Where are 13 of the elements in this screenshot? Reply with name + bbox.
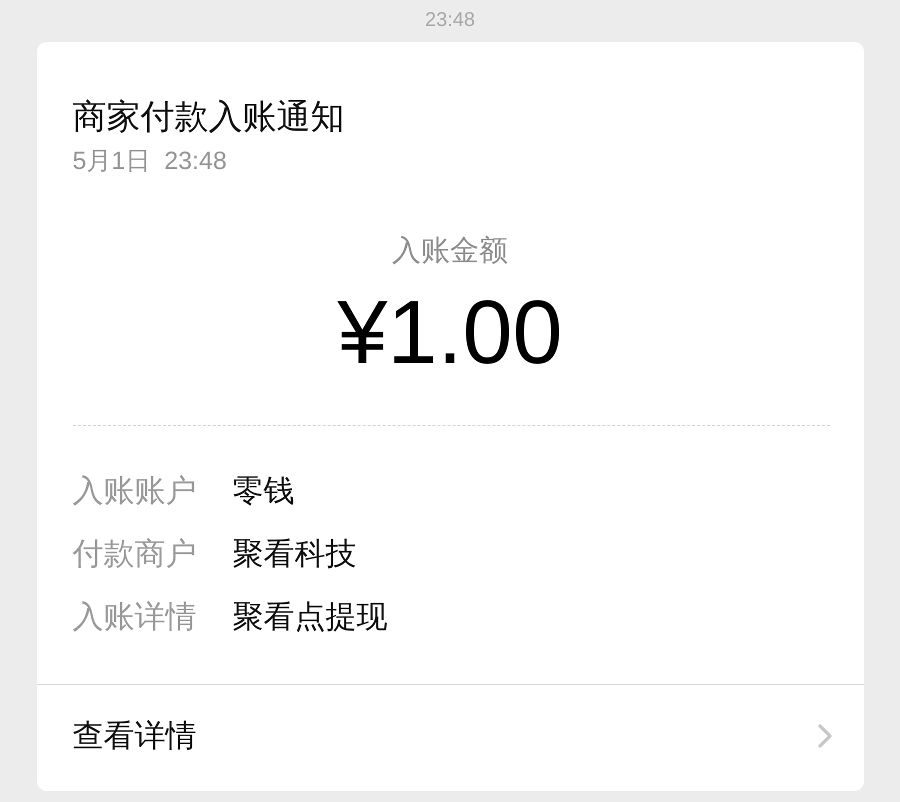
card-date: 5月1日 23:48: [72, 146, 228, 177]
card-title: 商家付款入账通知: [72, 97, 346, 138]
amount-value: ¥1.00: [337, 283, 563, 383]
detail-label: 付款商户: [72, 535, 198, 573]
detail-label: 入账账户: [72, 472, 198, 510]
detail-value: 零钱: [232, 472, 294, 510]
amount-label: 入账金额: [392, 234, 508, 269]
detail-value: 聚看点提现: [232, 598, 388, 636]
chevron-right-icon: [818, 724, 832, 748]
chat-timestamp: 23:48: [424, 8, 476, 32]
detail-value: 聚看科技: [232, 535, 356, 573]
view-details-link[interactable]: 查看详情: [36, 685, 864, 787]
detail-label: 入账详情: [72, 598, 198, 636]
